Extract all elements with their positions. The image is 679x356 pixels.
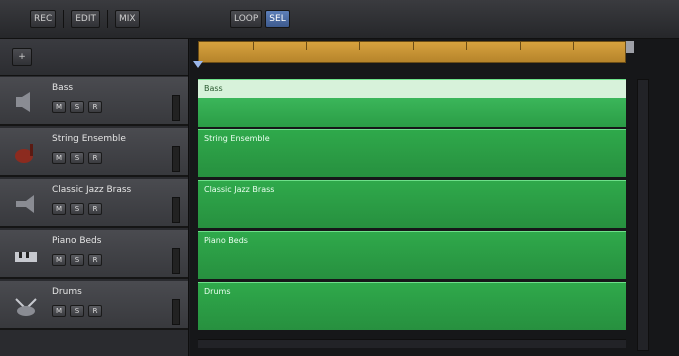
toolbar-left-group: REC EDIT MIX [30,8,140,30]
solo-button[interactable]: S [70,203,84,215]
clip-label: Classic Jazz Brass [204,185,275,194]
solo-button[interactable]: S [70,305,84,317]
loop-button[interactable]: LOOP [230,10,263,28]
vertical-scrollbar[interactable] [637,79,649,351]
record-arm-button[interactable]: R [88,152,102,164]
track-name: Classic Jazz Brass [52,185,132,195]
headers-top-bar: + [0,39,188,76]
ruler-tick [573,42,574,50]
track-buttons: M S R [52,203,102,215]
toolbar-right-group: LOOP SEL [230,8,290,30]
track-headers-panel: + Bass M S R String Ensemble M S R Class… [0,39,189,356]
toolbar-separator [63,10,65,28]
track-buttons: M S R [52,305,102,317]
timeline-ruler[interactable] [198,41,626,63]
piano-icon [15,252,37,262]
track-header-brass[interactable]: Classic Jazz Brass M S R [0,179,188,228]
clip-label: String Ensemble [204,134,270,143]
track-buttons: M S R [52,254,102,266]
speaker-icon [16,92,30,112]
volume-meter [172,299,180,325]
record-mode-button[interactable]: REC [30,10,57,28]
record-arm-button[interactable]: R [88,101,102,113]
end-marker[interactable] [626,41,634,53]
mute-button[interactable]: M [52,305,66,317]
top-toolbar: REC EDIT MIX LOOP SEL [0,0,679,39]
clip-label: Bass [204,84,223,93]
ruler-tick [253,42,254,50]
edit-mode-button[interactable]: EDIT [71,10,101,28]
record-arm-button[interactable]: R [88,305,102,317]
volume-meter [172,197,180,223]
select-tool-button[interactable]: SEL [265,10,290,28]
track-name: String Ensemble [52,134,126,144]
track-lane-bass[interactable]: Bass [198,79,626,127]
timeline-area[interactable]: Bass String Ensemble Classic Jazz Brass … [190,39,679,356]
clip-label: Piano Beds [204,236,248,245]
track-lane-strings[interactable]: String Ensemble [198,129,626,177]
solo-button[interactable]: S [70,101,84,113]
daw-window: REC EDIT MIX LOOP SEL + Bass M S R Strin… [0,0,679,356]
ruler-tick [359,42,360,50]
ruler-tick [413,42,414,50]
volume-meter [172,95,180,121]
track-buttons: M S R [52,152,102,164]
ruler-tick [466,42,467,50]
mute-button[interactable]: M [52,152,66,164]
mute-button[interactable]: M [52,254,66,266]
track-lane-drums[interactable]: Drums [198,282,626,330]
mute-button[interactable]: M [52,101,66,113]
add-track-button[interactable]: + [12,48,32,66]
record-arm-button[interactable]: R [88,254,102,266]
mix-mode-button[interactable]: MIX [115,10,140,28]
horizontal-scrollbar[interactable] [198,339,626,348]
ruler-tick [520,42,521,50]
track-name: Drums [52,287,82,297]
track-name: Bass [52,83,74,93]
track-name: Piano Beds [52,236,102,246]
track-lane-piano[interactable]: Piano Beds [198,231,626,279]
solo-button[interactable]: S [70,152,84,164]
solo-button[interactable]: S [70,254,84,266]
mute-button[interactable]: M [52,203,66,215]
horn-icon [16,195,34,213]
volume-meter [172,248,180,274]
clip-label: Drums [204,287,231,296]
violin-icon [15,144,33,163]
volume-meter [172,146,180,172]
record-arm-button[interactable]: R [88,203,102,215]
ruler-tick [306,42,307,50]
track-buttons: M S R [52,101,102,113]
toolbar-separator [107,10,109,28]
playhead-marker[interactable] [193,61,203,68]
track-header-drums[interactable]: Drums M S R [0,281,188,330]
track-header-piano[interactable]: Piano Beds M S R [0,230,188,279]
track-lane-brass[interactable]: Classic Jazz Brass [198,180,626,228]
track-header-bass[interactable]: Bass M S R [0,77,188,126]
drum-icon [15,298,37,316]
track-header-strings[interactable]: String Ensemble M S R [0,128,188,177]
